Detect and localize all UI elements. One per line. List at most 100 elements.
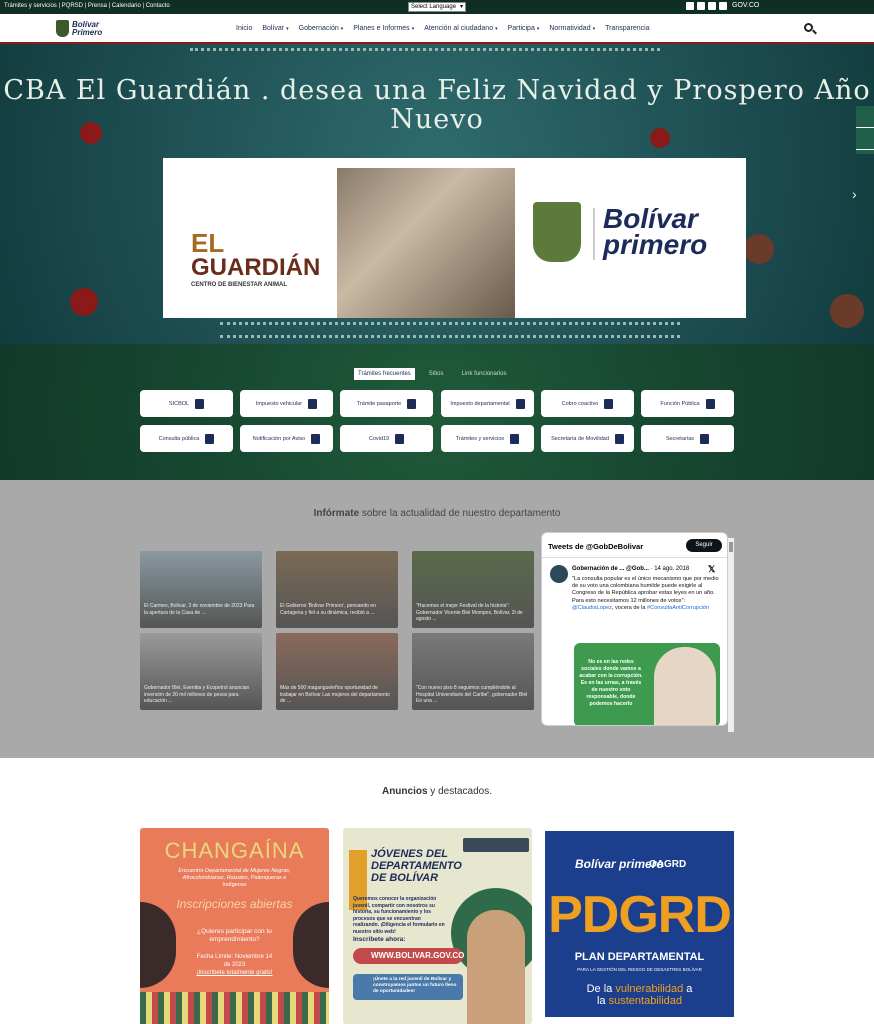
tramite-button-5[interactable]: Función Pública — [641, 390, 734, 417]
chevron-down-icon: ▾ — [340, 26, 344, 32]
menu-item-label: Bolívar — [262, 25, 285, 32]
hand-icon — [705, 398, 715, 409]
news-card[interactable]: El Carmen, Bolívar, 3 de noviembre de 20… — [140, 551, 262, 628]
car-icon — [308, 398, 318, 409]
tramite-button-label: Impuesto departamental — [450, 400, 510, 407]
news-caption: "Hacemos el mejor Festival de la histori… — [416, 603, 523, 622]
tramite-button-4[interactable]: Cobro coactivo — [541, 390, 634, 417]
tramite-button-label: Trámite pasaporte — [356, 400, 402, 407]
ads-section: Anuncios y destacados. CHANGAÍNA Encuent… — [0, 758, 874, 1024]
menu-item-0[interactable]: Inicio — [236, 25, 252, 32]
tramite-button-label: Cobro coactivo — [561, 400, 599, 407]
logo-text: Bolívar Primero — [72, 20, 103, 37]
shield-icon — [56, 20, 69, 37]
news-caption: Gobernador Blel, Esenttia y Ecopetrol an… — [144, 685, 250, 704]
tramite-button-10[interactable]: Secretaría de Movilidad — [541, 425, 634, 452]
bolivar-primero-logo: Bolívar primero — [533, 202, 733, 272]
menu-item-label: Participa — [507, 25, 535, 32]
instagram-icon[interactable] — [719, 2, 727, 10]
tramite-button-9[interactable]: Trámites y servicios — [441, 425, 534, 452]
top-bar: Trámites y servicios | PQRSD | Prensa | … — [0, 0, 874, 14]
menu-item-label: Inicio — [236, 25, 253, 32]
carousel-next-icon[interactable]: › — [852, 186, 857, 202]
tweets-header: Tweets de @GobDeBolivar — [548, 542, 644, 551]
facebook-icon[interactable] — [686, 2, 694, 10]
news-caption: El Carmen, Bolívar, 3 de noviembre de 20… — [144, 603, 255, 616]
chevron-down-icon: ▾ — [286, 26, 289, 32]
menu-item-1[interactable]: Bolívar ▾ — [262, 25, 288, 32]
medical-icon — [395, 433, 405, 444]
tweet-image[interactable]: No es en las redes sociales donde vamos … — [574, 643, 720, 725]
ornament-icon — [744, 234, 774, 264]
id-card-icon — [700, 433, 710, 444]
menu-item-5[interactable]: Participa ▾ — [508, 25, 540, 32]
hero-bottom-border — [220, 322, 680, 338]
tramites-section: Trámites frecuentes Sitios Link funcionari… — [0, 344, 874, 480]
tab-1[interactable]: Sitios — [425, 368, 448, 380]
language-select[interactable]: Select Language ▾ — [408, 2, 466, 12]
menu-item-2[interactable]: Gobernación ▾ — [299, 25, 344, 32]
car-icon — [614, 433, 624, 444]
chevron-down-icon: ▾ — [536, 26, 540, 32]
tramite-button-label: Impuesto vehicular — [255, 400, 303, 407]
edit-icon — [195, 398, 205, 409]
gov-co-link[interactable]: GOV.CO — [732, 2, 759, 9]
sign-language-icon[interactable] — [856, 128, 874, 150]
news-card[interactable]: "Con nuevo piso 8 seguimos cumpliéndole … — [412, 633, 534, 710]
news-heading: Infórmate sobre la actualidad de nuestro… — [313, 508, 561, 519]
tramite-button-2[interactable]: Trámite pasaporte — [340, 390, 433, 417]
tramite-button-label: SICBOL — [168, 400, 190, 407]
crest-icon — [533, 202, 581, 262]
scrollbar[interactable] — [728, 538, 734, 732]
chevron-down-icon: ▾ — [459, 4, 463, 10]
hero-card: EL GUARDIÁN CENTRO DE BIENESTAR ANIMAL B… — [163, 158, 746, 318]
menu-item-3[interactable]: Planes e Informes ▾ — [353, 25, 414, 32]
tramite-button-label: Covid19 — [368, 435, 390, 442]
news-card[interactable]: El Gobierno 'Bolívar Primero', pensando … — [276, 551, 398, 628]
tramites-tabs: Trámites frecuentes Sitios Link funcionari… — [354, 368, 511, 380]
tramite-button-0[interactable]: SICBOL — [140, 390, 233, 417]
pets-photo — [337, 168, 515, 318]
tramite-button-1[interactable]: Impuesto vehicular — [240, 390, 333, 417]
passport-icon — [407, 398, 417, 409]
tweet-author[interactable]: Gobernación de ... @Gob... · 14 ago. 201… — [572, 566, 689, 572]
menu-item-6[interactable]: Normatividad ▾ — [549, 25, 595, 32]
tramite-button-label: Función Pública — [660, 400, 700, 407]
news-card[interactable]: Más de 500 magangueleños oportunidad de … — [276, 633, 398, 710]
ad-jovenes[interactable]: JÓVENES DEL DEPARTAMENTO DE BOLÍVAR Quer… — [343, 828, 532, 1024]
ad-changaina[interactable]: CHANGAÍNA Encuentro Departamental de Muj… — [140, 828, 329, 1024]
tab-0[interactable]: Trámites frecuentes — [354, 368, 415, 380]
news-card[interactable]: Gobernador Blel, Esenttia y Ecopetrol an… — [140, 633, 262, 710]
tramite-button-3[interactable]: Impuesto departamental — [441, 390, 534, 417]
site-logo[interactable]: Bolívar Primero — [56, 20, 112, 38]
menu-item-4[interactable]: Atención al ciudadano ▾ — [424, 25, 497, 32]
menu: Inicio Bolívar ▾ Gobernación ▾ Planes e Infor… — [236, 25, 650, 32]
twitter-timeline[interactable]: Tweets de @GobDeBolivar Seguir Gobernaci… — [541, 532, 728, 726]
chevron-down-icon: ▾ — [411, 26, 415, 32]
tramite-button-11[interactable]: Secretarías — [641, 425, 734, 452]
news-card[interactable]: "Hacemos el mejor Festival de la histori… — [412, 551, 534, 628]
news-caption: Más de 500 magangueleños oportunidad de … — [280, 685, 390, 704]
tramite-button-label: Trámites y servicios — [455, 435, 505, 442]
avatar[interactable] — [550, 565, 568, 583]
top-links[interactable]: Trámites y servicios | PQRSD | Prensa | … — [4, 3, 170, 9]
accessibility-panel[interactable] — [856, 106, 874, 154]
tab-2[interactable]: Link funcionarios — [457, 368, 510, 380]
menu-item-label: Normatividad — [549, 25, 591, 32]
hero-carousel: CBA El Guardián . desea una Feliz Navida… — [0, 44, 874, 344]
tramite-button-label: Consulta pública — [158, 435, 200, 442]
el-guardian-logo: EL GUARDIÁN CENTRO DE BIENESTAR ANIMAL — [191, 228, 321, 288]
twitter-icon[interactable] — [697, 2, 705, 10]
ad-pdgrd[interactable]: Bolívar primero OAGRD PDGRD PLAN DEPARTA… — [545, 831, 734, 1017]
menu-item-label: Transparencia — [605, 25, 650, 32]
hero-title: CBA El Guardián . desea una Feliz Navida… — [3, 75, 871, 135]
follow-button[interactable]: Seguir — [686, 539, 722, 552]
tramite-button-6[interactable]: Consulta pública — [140, 425, 233, 452]
document-icon — [515, 398, 525, 409]
menu-item-7[interactable]: Transparencia — [605, 25, 650, 32]
youtube-icon[interactable] — [708, 2, 716, 10]
gear-icon[interactable] — [856, 106, 874, 128]
search-icon[interactable] — [804, 23, 817, 35]
tramite-button-8[interactable]: Covid19 — [340, 425, 433, 452]
tramite-button-7[interactable]: Notificación por Aviso — [240, 425, 333, 452]
